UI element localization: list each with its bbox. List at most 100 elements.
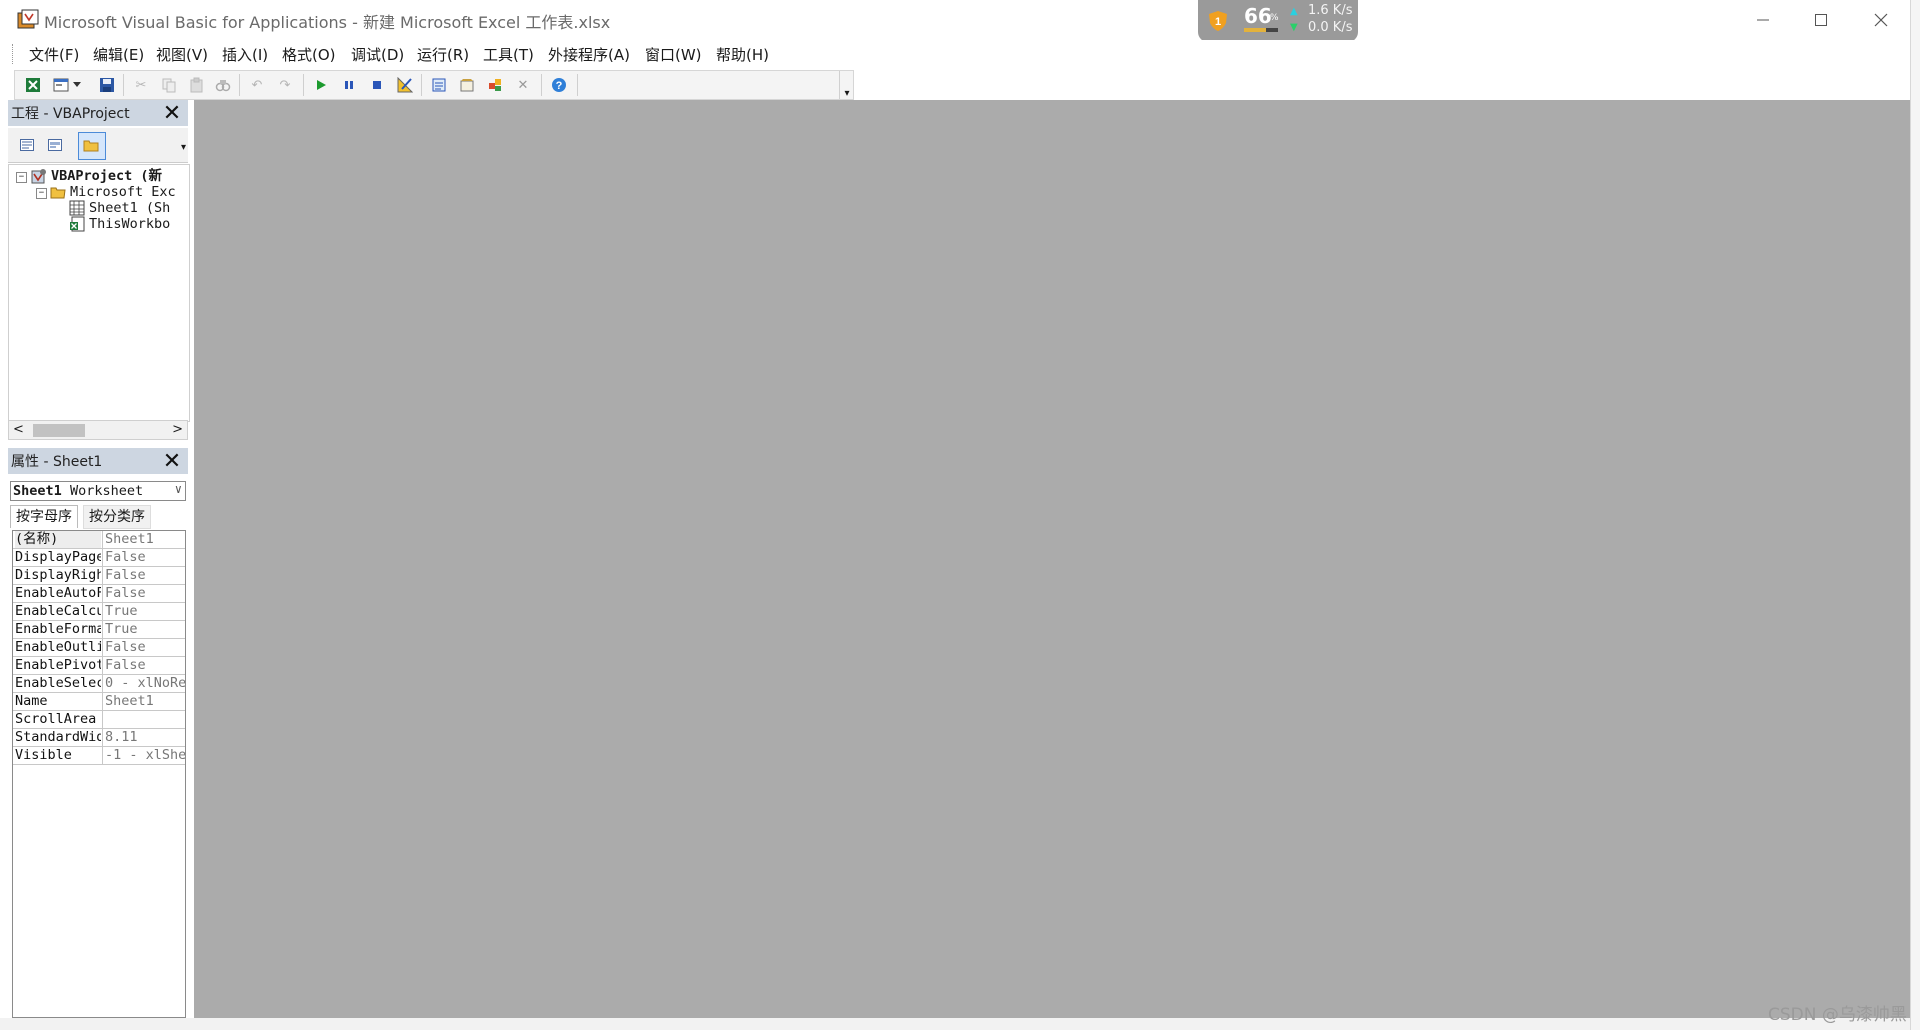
menu-help[interactable]: 帮助(H) — [716, 44, 769, 65]
toolbar-separator — [421, 74, 422, 96]
view-excel-icon[interactable] — [23, 75, 43, 95]
toolbar-separator — [541, 74, 542, 96]
toolbar-separator — [123, 74, 124, 96]
menu-insert[interactable]: 插入(I) — [222, 44, 268, 65]
tab-alphabetic[interactable]: 按字母序 — [10, 505, 78, 528]
tree-collapse-icon[interactable]: − — [36, 188, 47, 199]
maximize-button[interactable] — [1792, 0, 1850, 40]
help-icon[interactable]: ? — [549, 75, 569, 95]
property-value[interactable]: False — [105, 549, 185, 566]
menu-edit[interactable]: 编辑(E) — [93, 44, 144, 65]
copy-icon[interactable] — [159, 75, 179, 95]
property-value[interactable]: Sheet1 — [105, 693, 185, 710]
property-row[interactable]: (名称) Sheet1 — [13, 531, 185, 549]
property-value[interactable]: False — [105, 567, 185, 584]
property-row[interactable]: DisplayRightToLeftFalse — [13, 567, 185, 585]
watermark: CSDN @乌漆帅黑 — [1768, 1005, 1907, 1025]
property-name: (名称) — [15, 531, 101, 548]
cpu-usage-unit: % — [1270, 13, 1279, 23]
standard-toolbar: ✂ ↶ ↷ ✕ ? ▾ — [14, 70, 854, 100]
project-pane-close-button[interactable]: ✕ — [160, 101, 184, 126]
object-browser-icon[interactable] — [485, 75, 505, 95]
chevron-down-icon: ∨ — [174, 482, 182, 496]
project-tree[interactable]: − VBAProject (新 − Microsoft Exc Sheet1 (… — [8, 164, 190, 422]
menu-debug[interactable]: 调试(D) — [351, 44, 404, 65]
reset-icon[interactable] — [367, 75, 387, 95]
property-row[interactable]: EnableSelection0 - xlNoRestrictions — [13, 675, 185, 693]
find-icon[interactable] — [213, 75, 233, 95]
break-icon[interactable] — [339, 75, 359, 95]
toolbar-overflow-button[interactable]: ▾ — [839, 71, 854, 99]
property-value[interactable]: False — [105, 657, 185, 674]
toggle-folders-button[interactable] — [78, 132, 106, 160]
menu-run[interactable]: 运行(R) — [417, 44, 469, 65]
property-row[interactable]: DisplayPageBreaksFalse — [13, 549, 185, 567]
property-divider — [102, 711, 103, 728]
property-row[interactable]: StandardWidth8.11 — [13, 729, 185, 747]
property-value[interactable]: True — [105, 603, 185, 620]
toolbox-icon[interactable]: ✕ — [513, 75, 533, 95]
selected-object-type: Worksheet — [70, 483, 144, 499]
paste-icon[interactable] — [187, 75, 207, 95]
save-icon[interactable] — [97, 75, 117, 95]
view-object-icon[interactable] — [44, 134, 66, 156]
vbaproject-icon — [31, 169, 46, 184]
property-row[interactable]: Name Sheet1 — [13, 693, 185, 711]
menu-tools[interactable]: 工具(T) — [483, 44, 534, 65]
project-explorer-icon[interactable] — [429, 75, 449, 95]
project-tree-scrollbar[interactable]: < > — [8, 420, 188, 440]
design-mode-icon[interactable] — [395, 75, 415, 95]
property-row[interactable]: ScrollArea — [13, 711, 185, 729]
menu-addins[interactable]: 外接程序(A) — [548, 44, 630, 65]
property-divider — [102, 639, 103, 656]
property-value[interactable]: 8.11 — [105, 729, 185, 746]
close-window-button[interactable] — [1852, 0, 1910, 40]
menu-bar: 文件(F) 编辑(E) 视图(V) 插入(I) 格式(O) 调试(D) 运行(R… — [0, 40, 1910, 68]
undo-icon[interactable]: ↶ — [247, 75, 267, 95]
property-name: StandardWidth — [15, 729, 101, 745]
object-selector-dropdown[interactable]: Sheet1 Worksheet ∨ — [10, 481, 186, 501]
property-row[interactable]: EnableAutoFilterFalse — [13, 585, 185, 603]
properties-window-icon[interactable] — [457, 75, 477, 95]
scroll-left-icon[interactable]: < — [13, 422, 24, 437]
property-value[interactable]: 0 - xlNoRestrictions — [105, 675, 185, 692]
code-window-area[interactable] — [194, 100, 1910, 1018]
menu-view[interactable]: 视图(V) — [156, 44, 208, 65]
properties-pane-close-button[interactable]: ✕ — [160, 449, 184, 474]
menu-format[interactable]: 格式(O) — [282, 44, 336, 65]
menu-file[interactable]: 文件(F) — [29, 44, 79, 65]
view-code-icon[interactable] — [16, 134, 38, 156]
menu-window[interactable]: 窗口(W) — [645, 44, 702, 65]
scrollbar-thumb[interactable] — [33, 424, 85, 437]
property-name: EnableOutlining — [15, 639, 101, 655]
property-row[interactable]: EnableFormatConditionsCalculationTrue — [13, 621, 185, 639]
property-value[interactable]: Sheet1 — [105, 531, 185, 548]
scroll-right-icon[interactable]: > — [172, 422, 183, 437]
run-icon[interactable] — [311, 75, 331, 95]
network-monitor-widget[interactable]: 1 66 % ▲ ▼ 1.6 K/s 0.0 K/s — [1198, 0, 1358, 42]
tab-categorized[interactable]: 按分类序 — [83, 505, 151, 529]
cut-icon[interactable]: ✂ — [131, 75, 151, 95]
property-row[interactable]: EnablePivotTableFalse — [13, 657, 185, 675]
property-value[interactable]: False — [105, 585, 185, 602]
property-name: EnablePivotTable — [15, 657, 101, 673]
property-value[interactable]: False — [105, 639, 185, 656]
property-row[interactable]: Visible -1 - xlSheetVisible — [13, 747, 185, 765]
property-value[interactable]: -1 - xlSheetVisible — [105, 747, 185, 764]
property-row[interactable]: EnableOutliningFalse — [13, 639, 185, 657]
cpu-usage-bar-fill — [1244, 28, 1266, 32]
property-row[interactable]: EnableCalculationTrue — [13, 603, 185, 621]
property-divider — [102, 675, 103, 692]
menu-grip[interactable] — [12, 44, 16, 64]
tree-collapse-icon[interactable]: − — [16, 172, 27, 183]
window-right-edge — [1910, 0, 1920, 1030]
redo-icon[interactable]: ↷ — [275, 75, 295, 95]
minimize-button[interactable] — [1734, 0, 1792, 40]
tree-item-thisworkbook[interactable]: ThisWorkbo — [89, 215, 170, 233]
download-arrow-icon: ▼ — [1290, 22, 1298, 33]
dropdown-arrow-icon[interactable] — [71, 75, 83, 95]
insert-userform-icon[interactable] — [51, 75, 71, 95]
toolbar-separator — [239, 74, 240, 96]
pane-toolbar-overflow-icon[interactable]: ▾ — [181, 142, 186, 153]
property-value[interactable]: True — [105, 621, 185, 638]
